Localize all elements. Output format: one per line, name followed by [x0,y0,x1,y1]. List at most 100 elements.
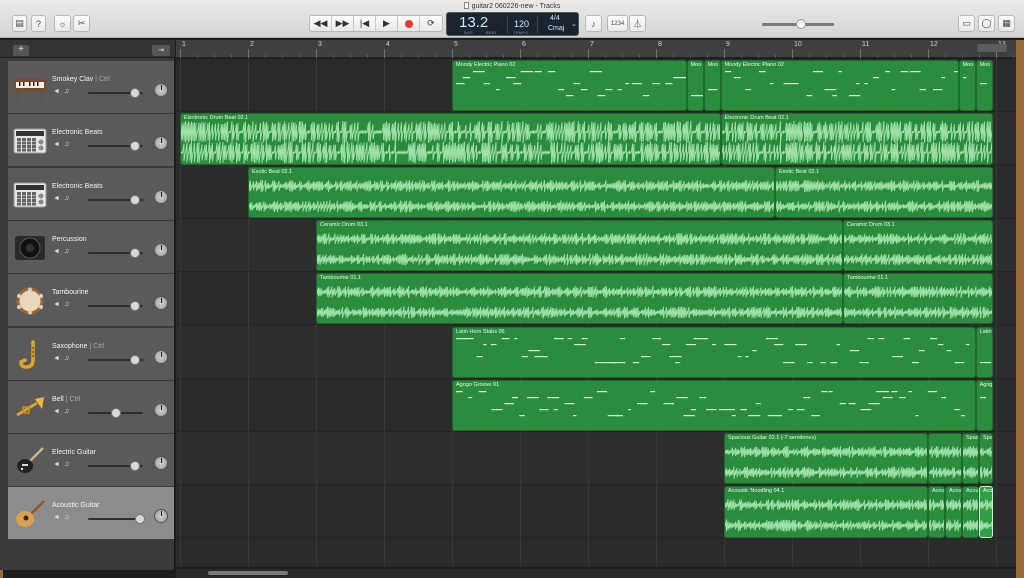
region[interactable]: Spac [962,433,979,485]
volume-slider-knob[interactable] [129,301,140,312]
region[interactable]: Moo [703,60,721,112]
media-browser-button[interactable]: ▦ [998,15,1015,32]
solo-headphones-icon[interactable]: ♫ [64,141,73,148]
play-button[interactable]: ▶ [376,16,398,31]
pan-knob[interactable] [154,296,168,311]
fast-forward-button[interactable]: ▶▶ [332,16,354,31]
volume-slider-knob[interactable] [135,514,146,525]
solo-headphones-icon[interactable]: ♫ [64,514,73,521]
record-button[interactable] [398,16,420,31]
mute-speaker-icon[interactable]: ◄ [53,88,62,95]
cycle-region-marker[interactable] [977,44,1007,52]
region[interactable]: Ceramic Drum 03.1 [316,219,843,272]
solo-headphones-icon[interactable]: ♫ [64,461,73,468]
add-track-button[interactable]: + [13,45,29,56]
rewind-button[interactable]: ◀◀ [310,16,332,31]
region[interactable]: Moo [686,60,704,112]
volume-slider-knob[interactable] [110,407,121,418]
editors-button[interactable]: ✂ [73,15,90,32]
region[interactable]: Moody Electric Piano 02 [452,60,687,112]
region[interactable]: Exotic Beat 02.1 [775,166,993,218]
region[interactable]: Moody Electric Piano 02 [720,60,959,112]
count-in-button[interactable]: 1234 [607,15,628,32]
pan-knob[interactable] [154,349,168,364]
track-name[interactable]: Electronic Beats [52,183,103,190]
track-name[interactable]: Electric Guitar [52,449,96,456]
region[interactable]: Acou [962,486,979,538]
pan-knob[interactable] [154,456,168,471]
mute-speaker-icon[interactable]: ◄ [53,514,62,521]
track-header[interactable]: Tambourine ◄ ♫ [8,274,174,328]
region[interactable]: Acou [979,486,993,538]
region[interactable]: Acoustic Noodling 04.1 [724,486,928,538]
mute-speaker-icon[interactable]: ◄ [53,248,62,255]
solo-headphones-icon[interactable]: ♫ [64,195,73,202]
region[interactable]: Agog [975,379,993,432]
loop-browser-button[interactable]: ◯ [978,15,995,32]
region[interactable]: Latin Horn Stabs 06 [452,326,976,378]
region[interactable]: Moo [958,60,976,112]
region[interactable]: Moo [975,60,993,112]
smart-controls-button[interactable]: ☼ [54,15,71,32]
mute-speaker-icon[interactable]: ◄ [53,195,62,202]
solo-headphones-icon[interactable]: ♫ [64,88,73,95]
pan-knob[interactable] [154,136,168,151]
region[interactable]: Ceramic Drum 03.1 [843,219,993,272]
pan-knob[interactable] [154,509,168,524]
track-header[interactable]: Smokey Clav | Ctrl ◄ ♫ [8,61,174,114]
volume-slider-knob[interactable] [129,354,140,365]
volume-slider-knob[interactable] [129,247,140,258]
catch-playhead-button[interactable]: ⇥ [152,45,170,56]
track-name[interactable]: Saxophone | Ctrl [52,343,104,350]
volume-slider-knob[interactable] [129,194,140,205]
region[interactable]: Acou [945,486,962,538]
region[interactable] [928,433,962,485]
track-header[interactable]: Electronic Beats ◄ ♫ [8,114,174,168]
track-header[interactable]: Acoustic Guitar ◄ ♫ [8,487,174,541]
track-header[interactable]: Bell | Ctrl ◄ ♫ [8,380,174,434]
tracks-area[interactable]: Moody Electric Piano 02 Moo Moo Moody Elect… [176,59,1016,567]
region[interactable]: Electronic Drum Beat 02.1 [720,113,993,165]
track-name[interactable]: Bell | Ctrl [52,396,80,403]
mute-speaker-icon[interactable]: ◄ [53,301,62,308]
region[interactable]: Acou [928,486,945,538]
track-name[interactable]: Acoustic Guitar [52,502,99,509]
track-header[interactable]: Electronic Beats ◄ ♫ [8,167,174,221]
mute-speaker-icon[interactable]: ◄ [53,408,62,415]
pan-knob[interactable] [154,402,168,417]
solo-headphones-icon[interactable]: ♫ [64,301,73,308]
pan-knob[interactable] [154,83,168,97]
volume-slider-knob[interactable] [129,461,140,472]
library-button[interactable]: ▤ [12,15,27,32]
cycle-button[interactable]: ⟳ [420,16,442,31]
mute-speaker-icon[interactable]: ◄ [53,141,62,148]
horizontal-scroll-thumb[interactable] [208,571,288,575]
lcd-display[interactable]: 13.2 BAR BEAT 120 TEMPO 4/4 Cmaj ⌄ [446,12,579,36]
track-name[interactable]: Electronic Beats [52,129,103,136]
track-name[interactable]: Tambourine [52,289,89,296]
mute-speaker-icon[interactable]: ◄ [53,461,62,468]
tuner-button[interactable]: ♪ [585,15,602,32]
pan-knob[interactable] [154,242,168,257]
track-header[interactable]: Saxophone | Ctrl ◄ ♫ [8,327,174,381]
region[interactable]: Exotic Beat 02.1 [248,166,775,218]
pan-knob[interactable] [154,189,168,204]
timeline-ruler[interactable]: 12345678910111213 [176,40,1016,58]
solo-headphones-icon[interactable]: ♫ [64,248,73,255]
help-button[interactable]: ? [31,15,46,32]
track-name[interactable]: Percussion [52,236,87,243]
go-to-beginning-button[interactable]: |◀ [354,16,376,31]
metronome-button[interactable]: ⏃ [629,15,646,32]
horizontal-scrollbar[interactable] [176,569,1016,578]
region[interactable]: Spacious Guitar 02.1 (-7 semitones) [724,433,928,485]
region[interactable]: Spac [979,433,993,485]
solo-headphones-icon[interactable]: ♫ [64,355,73,362]
track-header[interactable]: Electric Guitar ◄ ♫ [8,434,174,488]
mute-speaker-icon[interactable]: ◄ [53,355,62,362]
notepad-button[interactable]: ▭ [958,15,975,32]
master-volume-knob[interactable] [796,19,806,29]
track-name[interactable]: Smokey Clav | Ctrl [52,76,110,83]
lcd-menu-chevron-icon[interactable]: ⌄ [571,20,577,28]
volume-slider-knob[interactable] [129,141,140,152]
solo-headphones-icon[interactable]: ♫ [64,408,73,415]
